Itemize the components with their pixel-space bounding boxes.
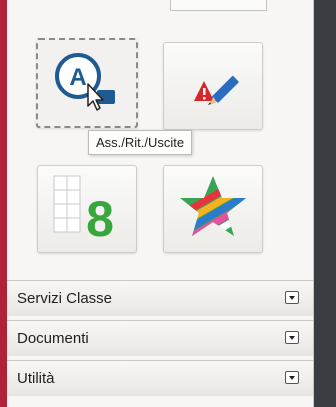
grade-eight-icon: 8 [53,175,114,247]
section-documenti[interactable]: Documenti [7,320,313,356]
grade-number: 8 [86,191,114,247]
tooltip: Ass./Rit./Uscite [88,130,193,155]
section-servizi-classe[interactable]: Servizi Classe [7,280,313,316]
pencil-warning-icon [194,75,239,105]
grades-tile[interactable]: 8 [37,165,137,253]
notes-tile[interactable] [163,42,263,130]
attendance-cursor-icon: A [55,53,115,111]
attendance-tile[interactable]: A [36,38,138,128]
top-panel-edge [170,0,267,11]
section-label: Documenti [17,330,89,347]
svg-text:A: A [69,64,86,91]
activities-tile[interactable] [163,165,263,253]
background-area [314,0,336,407]
colorful-star-icon [180,176,246,236]
section-label: Utilità [17,370,55,387]
red-sidebar-edge [0,0,7,407]
chevron-down-icon[interactable] [285,331,299,344]
chevron-down-icon[interactable] [285,291,299,304]
section-label: Servizi Classe [17,290,113,307]
section-utilita[interactable]: Utilità [7,360,313,396]
chevron-down-icon[interactable] [285,371,299,384]
